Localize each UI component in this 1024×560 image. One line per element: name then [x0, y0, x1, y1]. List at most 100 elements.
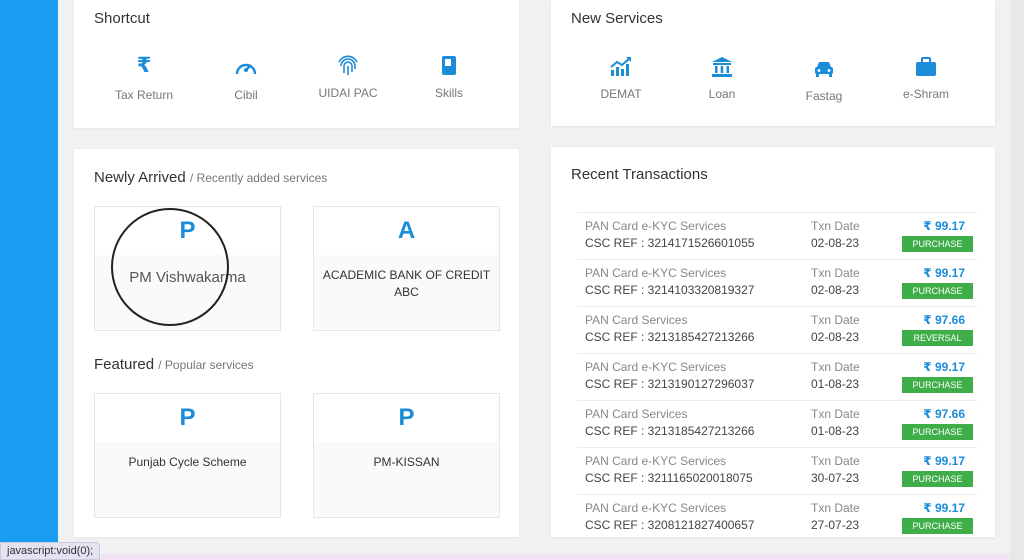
txn-ref: CSC REF : 3214103320819327	[585, 283, 755, 297]
fingerprint-icon	[338, 55, 358, 75]
txn-amount: ₹ 99.17	[923, 360, 965, 374]
service-loan[interactable]: Loan	[677, 55, 767, 103]
service-fastag[interactable]: Fastag	[779, 57, 869, 105]
txn-amount: ₹ 99.17	[923, 454, 965, 468]
left-sidebar	[0, 0, 58, 560]
transaction-list: PAN Card e-KYC Services CSC REF : 321417…	[577, 212, 977, 537]
txn-service: PAN Card e-KYC Services	[585, 501, 727, 515]
status-badge: REVERSAL	[902, 330, 973, 346]
shortcut-skills[interactable]: Skills	[404, 54, 494, 102]
tile-name: Punjab Cycle Scheme	[128, 455, 247, 469]
transaction-row[interactable]: PAN Card e-KYC Services CSC REF : 321319…	[577, 353, 977, 400]
service-demat[interactable]: DEMAT	[576, 55, 666, 103]
txn-date-label: Txn Date	[811, 219, 860, 233]
txn-ref: CSC REF : 3214171526601055	[585, 236, 755, 250]
txn-service: PAN Card Services	[585, 407, 688, 421]
briefcase-icon	[916, 57, 936, 76]
service-label: Fastag	[805, 89, 843, 103]
bottom-edge	[100, 554, 1010, 560]
service-tile-punjab-cycle[interactable]: P Punjab Cycle Scheme	[94, 393, 281, 518]
txn-ref: CSC REF : 3211165020018075	[585, 471, 753, 485]
transaction-row[interactable]: PAN Card Services CSC REF : 321318542721…	[577, 306, 977, 353]
shortcut-tax-return[interactable]: ₹ Tax Return	[99, 54, 189, 104]
txn-service: PAN Card e-KYC Services	[585, 266, 727, 280]
status-badge: PURCHASE	[902, 424, 973, 440]
transaction-row[interactable]: PAN Card e-KYC Services CSC REF : 321417…	[577, 212, 977, 259]
txn-amount: ₹ 97.66	[923, 407, 965, 421]
status-badge: PURCHASE	[902, 471, 973, 487]
newly-arrived-heading: Newly Arrived / Recently added services	[94, 169, 327, 186]
transaction-row[interactable]: PAN Card e-KYC Services CSC REF : 320812…	[577, 494, 977, 537]
newly-arrived-title: Newly Arrived	[94, 169, 186, 186]
transaction-row[interactable]: PAN Card e-KYC Services CSC REF : 321116…	[577, 447, 977, 494]
gauge-icon	[235, 63, 257, 75]
tile-letter: P	[179, 404, 196, 431]
txn-date-label: Txn Date	[811, 501, 860, 515]
featured-subtitle: / Popular services	[158, 358, 254, 372]
shortcut-label: Skills	[434, 86, 463, 100]
newly-arrived-subtitle: / Recently added services	[189, 171, 328, 185]
service-label: Loan	[708, 87, 736, 101]
tile-letter: P	[179, 217, 196, 244]
featured-title: Featured	[94, 356, 155, 373]
rupee-icon: ₹	[136, 54, 152, 77]
txn-date: 01-08-23	[811, 377, 860, 391]
status-badge: PURCHASE	[902, 518, 973, 534]
tile-letter: P	[398, 404, 415, 431]
txn-amount: ₹ 99.17	[923, 501, 965, 515]
shortcut-card: Shortcut ₹ Tax Return Cibil UIDAI PAC Sk…	[74, 0, 519, 128]
recent-transactions-card: Recent Transactions PAN Card e-KYC Servi…	[551, 147, 995, 537]
shortcut-uidai-pac[interactable]: UIDAI PAC	[303, 54, 393, 102]
featured-heading: Featured / Popular services	[94, 356, 254, 373]
txn-service: PAN Card e-KYC Services	[585, 454, 727, 468]
new-services-title: New Services	[571, 10, 663, 27]
status-bar-url: javascript:void(0);	[0, 542, 101, 560]
txn-date: 02-08-23	[811, 283, 860, 297]
txn-ref: CSC REF : 3213190127296037	[585, 377, 755, 391]
status-badge: PURCHASE	[902, 283, 973, 299]
tile-name: PM-KISSAN	[373, 455, 440, 469]
transaction-row[interactable]: PAN Card e-KYC Services CSC REF : 321410…	[577, 259, 977, 306]
txn-date: 30-07-23	[811, 471, 860, 485]
service-tile-pm-vishwakarma[interactable]: P PM Vishwakarma	[94, 206, 281, 331]
service-e-shram[interactable]: e-Shram	[881, 55, 971, 103]
service-label: e-Shram	[902, 87, 949, 101]
transaction-row[interactable]: PAN Card Services CSC REF : 321318542721…	[577, 400, 977, 447]
chart-up-icon	[610, 57, 631, 76]
txn-ref: CSC REF : 3208121827400657	[585, 518, 755, 532]
txn-date-label: Txn Date	[811, 360, 860, 374]
txn-service: PAN Card Services	[585, 313, 688, 327]
txn-date: 01-08-23	[811, 424, 860, 438]
txn-ref: CSC REF : 3213185427213266	[585, 330, 755, 344]
service-label: DEMAT	[600, 87, 642, 101]
car-icon	[815, 62, 833, 77]
txn-amount: ₹ 97.66	[923, 313, 965, 327]
shortcut-label: Cibil	[234, 88, 258, 102]
new-services-card: New Services DEMAT Loan Fastag e-Shram	[551, 0, 995, 126]
txn-date: 02-08-23	[811, 330, 860, 344]
txn-service: PAN Card e-KYC Services	[585, 360, 727, 374]
tile-letter: A	[397, 217, 416, 244]
txn-service: PAN Card e-KYC Services	[585, 219, 727, 233]
txn-amount: ₹ 99.17	[923, 219, 965, 233]
book-icon	[442, 56, 456, 75]
service-tile-pm-kissan[interactable]: P PM-KISSAN	[313, 393, 500, 518]
tile-name: ACADEMIC BANK OF CREDIT ABC	[322, 268, 491, 299]
newly-arrived-card: Newly Arrived / Recently added services …	[74, 149, 519, 537]
recent-transactions-title: Recent Transactions	[571, 166, 708, 183]
txn-date-label: Txn Date	[811, 407, 860, 421]
status-badge: PURCHASE	[902, 377, 973, 393]
shortcut-cibil[interactable]: Cibil	[201, 56, 291, 104]
bank-icon	[712, 57, 732, 77]
txn-date-label: Txn Date	[811, 313, 860, 327]
status-badge: PURCHASE	[902, 236, 973, 252]
tile-name: PM Vishwakarma	[129, 269, 246, 286]
right-gutter	[1010, 0, 1024, 560]
txn-ref: CSC REF : 3213185427213266	[585, 424, 755, 438]
txn-date-label: Txn Date	[811, 266, 860, 280]
shortcut-title: Shortcut	[94, 10, 150, 27]
txn-amount: ₹ 99.17	[923, 266, 965, 280]
shortcut-label: UIDAI PAC	[318, 86, 378, 100]
service-tile-academic-bank[interactable]: A ACADEMIC BANK OF CREDIT ABC	[313, 206, 500, 331]
txn-date-label: Txn Date	[811, 454, 860, 468]
